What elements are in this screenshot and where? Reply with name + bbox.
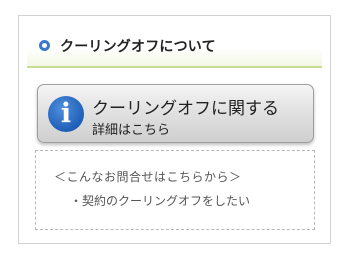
button-main-label: クーリングオフに関する bbox=[92, 99, 279, 119]
section-header: クーリングオフについて bbox=[27, 26, 322, 68]
inquiry-heading: ＜こんなお問合せはこちらから＞ bbox=[54, 170, 242, 184]
cooling-off-card: クーリングオフについて i クーリングオフに関する 詳細はこちら ＜こんなお問合… bbox=[18, 15, 331, 244]
button-sub-label: 詳細はこちら bbox=[92, 123, 171, 138]
inquiry-box: ＜こんなお問合せはこちらから＞ ・契約のクーリングオフをしたい bbox=[35, 150, 315, 230]
section-title: クーリングオフについて bbox=[60, 39, 216, 55]
circle-bullet-icon bbox=[39, 40, 50, 51]
page: クーリングオフについて i クーリングオフに関する 詳細はこちら ＜こんなお問合… bbox=[0, 0, 350, 265]
inquiry-link-cooling-off[interactable]: ・契約のクーリングオフをしたい bbox=[70, 192, 250, 209]
cooling-off-details-button[interactable]: i クーリングオフに関する 詳細はこちら bbox=[37, 84, 314, 143]
info-icon: i bbox=[48, 96, 84, 132]
